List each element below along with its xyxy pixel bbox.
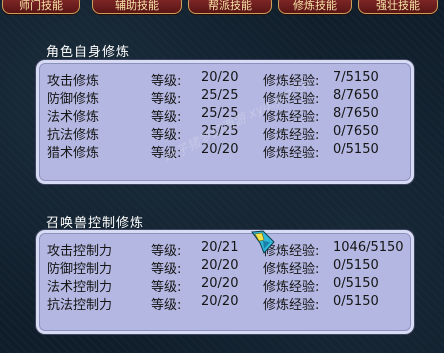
exp-value: 0/5150	[333, 294, 379, 309]
exp-label: 修炼经验:	[263, 146, 320, 161]
exp-label: 修炼经验:	[263, 128, 320, 143]
level-label: 等级:	[151, 298, 182, 313]
exp-label: 修炼经验:	[263, 262, 320, 277]
pet-control-row[interactable]: 防御控制力 等级: 20/20 修炼经验: 0/5150	[47, 258, 407, 277]
level-value: 20/20	[201, 276, 239, 291]
exp-label: 修炼经验:	[263, 92, 320, 107]
tab-school-skills[interactable]: 师门技能	[2, 0, 80, 14]
tab-cultivation-skills[interactable]: 修炼技能	[278, 0, 352, 14]
level-label: 等级:	[151, 262, 182, 277]
exp-value: 0/7650	[333, 124, 379, 139]
exp-value: 7/5150	[333, 70, 379, 85]
tab-guild-skills[interactable]: 帮派技能	[188, 0, 272, 14]
level-label: 等级:	[151, 74, 182, 89]
pet-control-row[interactable]: 法术控制力 等级: 20/20 修炼经验: 0/5150	[47, 276, 407, 295]
self-cultivation-row[interactable]: 防御修炼 等级: 25/25 修炼经验: 8/7650	[47, 88, 407, 107]
level-value: 25/25	[201, 106, 239, 121]
level-label: 等级:	[151, 146, 182, 161]
cultivation-name: 攻击修炼	[47, 74, 100, 89]
control-name: 法术控制力	[47, 280, 113, 295]
tab-assist-skills[interactable]: 辅助技能	[92, 0, 182, 14]
skill-tab-bar: 师门技能 辅助技能 帮派技能 修炼技能 强壮技能	[0, 0, 444, 14]
exp-label: 修炼经验:	[263, 280, 320, 295]
exp-value: 8/7650	[333, 106, 379, 121]
control-name: 攻击控制力	[47, 244, 113, 259]
cultivation-name: 防御修炼	[47, 92, 100, 107]
level-value: 25/25	[201, 124, 239, 139]
self-cultivation-row[interactable]: 法术修炼 等级: 25/25 修炼经验: 8/7650	[47, 106, 407, 125]
pet-control-panel: 攻击控制力 等级: 20/21 修炼经验: 1046/5150 防御控制力 等级…	[36, 230, 414, 334]
cultivation-name: 法术修炼	[47, 110, 100, 125]
cultivation-name: 猎术修炼	[47, 146, 100, 161]
cultivation-name: 抗法修炼	[47, 128, 100, 143]
level-value: 20/20	[201, 258, 239, 273]
level-value: 20/20	[201, 294, 239, 309]
pet-control-row[interactable]: 抗法控制力 等级: 20/20 修炼经验: 0/5150	[47, 294, 407, 313]
self-cultivation-row[interactable]: 攻击修炼 等级: 20/20 修炼经验: 7/5150	[47, 70, 407, 89]
level-value: 20/20	[201, 70, 239, 85]
level-label: 等级:	[151, 244, 182, 259]
exp-value: 0/5150	[333, 276, 379, 291]
level-value: 20/20	[201, 142, 239, 157]
exp-value: 1046/5150	[333, 240, 404, 255]
exp-value: 0/5150	[333, 142, 379, 157]
exp-value: 8/7650	[333, 88, 379, 103]
self-cultivation-title: 角色自身修炼	[46, 45, 131, 60]
self-cultivation-panel: 攻击修炼 等级: 20/20 修炼经验: 7/5150 防御修炼 等级: 25/…	[36, 60, 414, 184]
self-cultivation-row[interactable]: 猎术修炼 等级: 20/20 修炼经验: 0/5150	[47, 142, 407, 161]
exp-value: 0/5150	[333, 258, 379, 273]
pet-control-title: 召唤兽控制修炼	[46, 216, 145, 231]
control-name: 抗法控制力	[47, 298, 113, 313]
level-label: 等级:	[151, 280, 182, 295]
level-label: 等级:	[151, 128, 182, 143]
exp-label: 修炼经验:	[263, 110, 320, 125]
game-cursor-icon	[251, 230, 275, 254]
level-value: 20/21	[201, 240, 239, 255]
control-name: 防御控制力	[47, 262, 113, 277]
exp-label: 修炼经验:	[263, 74, 320, 89]
level-label: 等级:	[151, 92, 182, 107]
tab-strength-skills[interactable]: 强壮技能	[358, 0, 438, 14]
exp-label: 修炼经验:	[263, 298, 320, 313]
pet-control-row[interactable]: 攻击控制力 等级: 20/21 修炼经验: 1046/5150	[47, 240, 407, 259]
level-label: 等级:	[151, 110, 182, 125]
level-value: 25/25	[201, 88, 239, 103]
self-cultivation-row[interactable]: 抗法修炼 等级: 25/25 修炼经验: 0/7650	[47, 124, 407, 143]
